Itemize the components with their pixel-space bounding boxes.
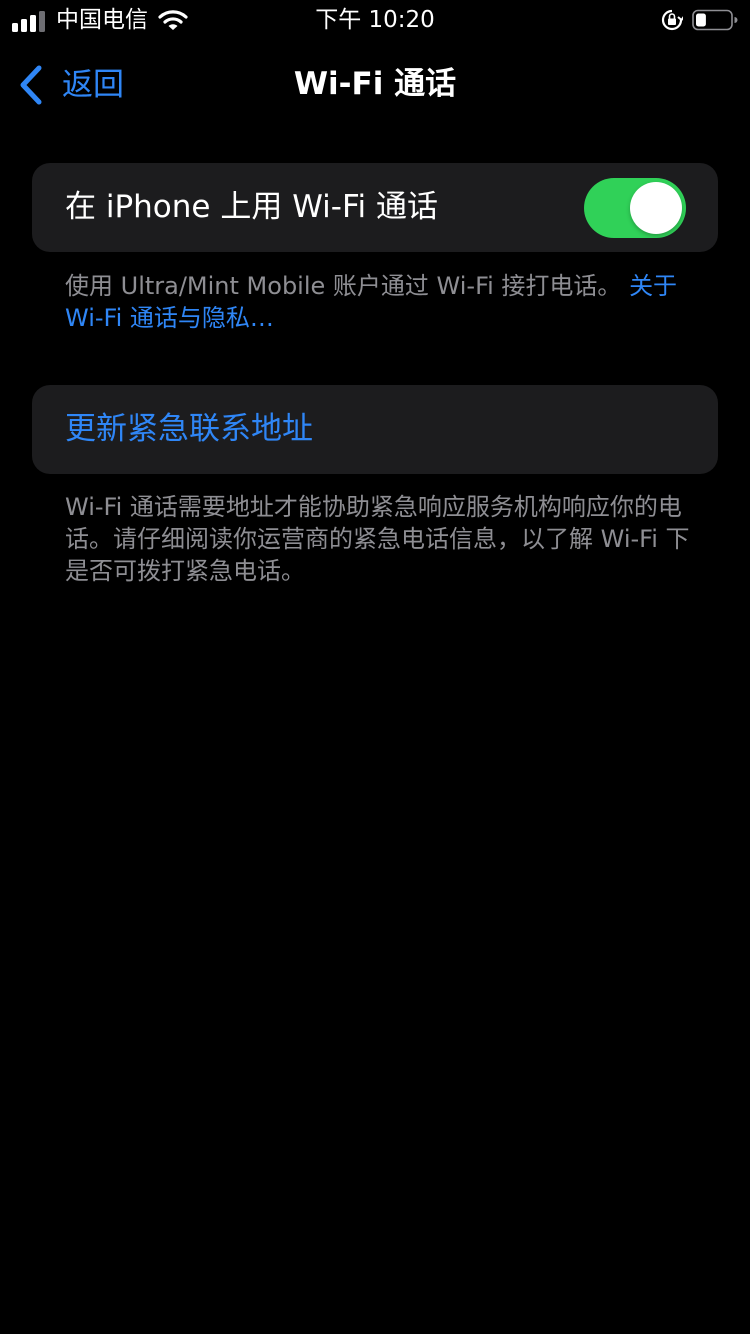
update-emergency-address-label: 更新紧急联系地址 <box>65 411 313 447</box>
navigation-bar: 返回 Wi-Fi 通话 <box>0 50 750 120</box>
wifi-calling-footer: 使用 Ultra/Mint Mobile 账户通过 Wi-Fi 接打电话。 关于… <box>65 270 695 334</box>
update-emergency-address-row[interactable]: 更新紧急联系地址 <box>32 385 718 474</box>
battery-icon <box>692 9 738 31</box>
emergency-footer: Wi-Fi 通话需要地址才能协助紧急响应服务机构响应你的电话。请仔细阅读你运营商… <box>65 493 690 585</box>
status-bar: 中国电信 下午 10:20 <box>0 0 750 40</box>
toggle-knob <box>630 182 682 234</box>
wifi-icon <box>158 10 188 30</box>
rotation-lock-icon <box>661 9 683 31</box>
status-time: 下午 10:20 <box>315 7 435 33</box>
wifi-calling-group: 在 iPhone 上用 Wi-Fi 通话 <box>32 163 718 252</box>
back-button[interactable]: 返回 <box>18 62 124 108</box>
back-label: 返回 <box>62 67 124 103</box>
wifi-calling-toggle[interactable] <box>584 178 686 238</box>
wifi-calling-toggle-label: 在 iPhone 上用 Wi-Fi 通话 <box>65 189 439 225</box>
carrier-name: 中国电信 <box>56 7 148 33</box>
chevron-left-icon <box>20 65 42 105</box>
cellular-signal-icon <box>12 11 45 32</box>
wifi-calling-footer-text: 使用 Ultra/Mint Mobile 账户通过 Wi-Fi 接打电话。 <box>65 272 630 300</box>
